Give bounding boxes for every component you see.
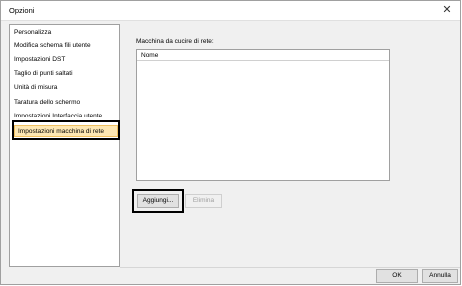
options-sidebar: Personalizza Modifica schema fili utente… (9, 24, 120, 267)
network-machine-list[interactable]: Nome (136, 49, 390, 181)
close-icon[interactable]: ✕ (440, 3, 454, 17)
footer-divider (120, 267, 460, 268)
delete-button: Elimina (185, 194, 222, 208)
window-title: Opzioni (9, 6, 35, 15)
sidebar-item-taratura-schermo[interactable]: Taratura dello schermo (14, 97, 118, 109)
sidebar-item-personalizza[interactable]: Personalizza (14, 27, 118, 39)
sidebar-item-taglio-punti[interactable]: Taglio di punti saltati (14, 68, 118, 80)
selection-highlight-frame (12, 120, 120, 140)
add-button[interactable]: Aggiungi... (137, 194, 179, 208)
cancel-button[interactable]: Annulla (422, 269, 458, 283)
sidebar-item-unita-misura[interactable]: Unità di misura (14, 82, 118, 94)
list-header: Nome (137, 50, 389, 61)
column-header-nome[interactable]: Nome (141, 51, 158, 60)
title-bar: Opzioni ✕ (1, 1, 460, 21)
sidebar-item-interfaccia-utente[interactable]: Impostazioni Interfaccia utente (14, 111, 118, 117)
network-machine-label: Macchina da cucire di rete: (136, 38, 214, 45)
sidebar-item-modifica-schema-fili[interactable]: Modifica schema fili utente (14, 40, 118, 52)
ok-button[interactable]: OK (376, 269, 418, 283)
sidebar-item-impostazioni-dst[interactable]: Impostazioni DST (14, 54, 118, 66)
